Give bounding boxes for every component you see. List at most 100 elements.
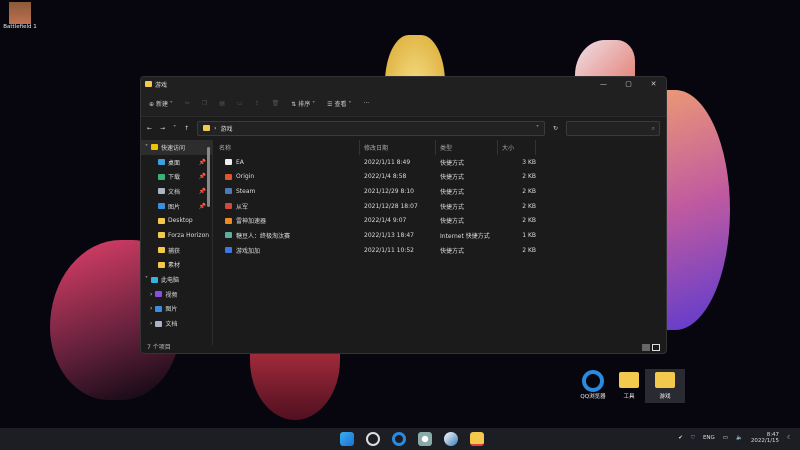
sidebar-item[interactable]: 捕获: [141, 243, 212, 258]
folder-icon: [151, 276, 158, 283]
minimize-button[interactable]: —: [591, 80, 616, 88]
folder-icon: [655, 372, 675, 388]
desktop-icon-battlefield[interactable]: Battlefield 1: [0, 2, 40, 30]
search-input[interactable]: ⌕: [566, 120, 660, 136]
chevron-right-icon[interactable]: ›: [150, 305, 152, 312]
sidebar-item[interactable]: › 文档: [141, 316, 212, 331]
up-button[interactable]: ↑: [184, 125, 189, 132]
forward-button[interactable]: →: [160, 125, 165, 132]
tiles-view-button[interactable]: [652, 344, 660, 351]
chevron-down-icon[interactable]: ˅: [145, 276, 148, 283]
sidebar-item[interactable]: 素材: [141, 258, 212, 273]
paste-icon[interactable]: ▤: [219, 100, 225, 107]
sidebar-item[interactable]: › 视频: [141, 287, 212, 302]
column-type[interactable]: 类型: [436, 140, 498, 155]
start-icon[interactable]: [340, 432, 354, 446]
star-icon: [151, 144, 158, 151]
qq-browser-icon[interactable]: [392, 432, 406, 446]
sidebar-item-label: 素材: [168, 262, 181, 270]
file-row[interactable]: 从军 2021/12/28 18:07 快捷方式 2 KB: [215, 199, 666, 214]
delete-icon[interactable]: 🗑: [272, 100, 280, 107]
back-button[interactable]: ←: [147, 125, 152, 132]
sidebar-item-label: 此电脑: [161, 277, 180, 285]
sidebar-scrollbar[interactable]: [207, 147, 210, 207]
file-type: 快捷方式: [440, 218, 465, 226]
file-row[interactable]: 游戏加加 2022/1/11 10:52 快捷方式 2 KB: [215, 243, 666, 258]
network-icon[interactable]: ▭: [723, 435, 728, 441]
clock[interactable]: 8:47 2022/1/15: [751, 432, 779, 444]
rename-icon[interactable]: ▭: [237, 100, 243, 107]
desktop-icon-tools[interactable]: 工具: [609, 372, 649, 400]
recent-button[interactable]: ˅: [173, 125, 176, 132]
sidebar-item[interactable]: Desktop: [141, 213, 212, 228]
sidebar-item[interactable]: Forza Horizon: [141, 228, 212, 243]
file-row[interactable]: 雷神加速器 2022/1/4 9:07 快捷方式 2 KB: [215, 213, 666, 228]
chevron-down-icon[interactable]: ˅: [536, 125, 539, 132]
copy-icon[interactable]: ❐: [202, 100, 207, 107]
new-button[interactable]: ⊕ 新建 ˅: [149, 99, 173, 108]
pin-icon: 📌: [198, 158, 206, 166]
title-bar: 游戏 — ▢ ✕: [141, 77, 666, 91]
file-date: 2022/1/4 8:58: [364, 173, 407, 181]
details-view-button[interactable]: [642, 344, 650, 351]
sidebar-item[interactable]: 文档 📌: [141, 184, 212, 199]
volume-icon[interactable]: 🔈: [736, 435, 743, 441]
settings-icon[interactable]: [418, 432, 432, 446]
steam-icon[interactable]: [444, 432, 458, 446]
sort-label: 排序: [298, 101, 311, 108]
sort-button[interactable]: ⇅ 排序 ˅: [291, 99, 315, 108]
view-button[interactable]: ☰ 查看 ˅: [327, 99, 351, 108]
folder-icon: [158, 232, 165, 239]
sidebar-item[interactable]: 下载 📌: [141, 169, 212, 184]
search-icon[interactable]: [366, 432, 380, 446]
chevron-right-icon[interactable]: ›: [150, 291, 152, 298]
share-icon[interactable]: ⇪: [255, 100, 260, 107]
refresh-button[interactable]: ↻: [553, 125, 558, 132]
file-size: 2 KB: [522, 187, 536, 195]
folder-icon: [155, 291, 163, 298]
file-row[interactable]: 糖豆人：终极淘汰赛 2022/1/13 18:47 Internet 快捷方式 …: [215, 228, 666, 243]
new-label: 新建: [155, 101, 168, 108]
view-label: 查看: [334, 101, 347, 108]
desktop-icon-qq-browser[interactable]: QQ浏览器: [573, 370, 613, 400]
chevron-right-icon[interactable]: ›: [150, 320, 152, 327]
pin-icon: 📌: [198, 173, 206, 181]
address-bar[interactable]: › 游戏 ˅: [197, 120, 545, 136]
sidebar-item[interactable]: 图片 📌: [141, 199, 212, 214]
notification-icon[interactable]: ☾: [787, 435, 792, 441]
column-size[interactable]: 大小: [498, 140, 536, 155]
taskbar: ✔ ⛉ ENG ▭ 🔈 8:47 2022/1/15 ☾: [0, 428, 800, 450]
battlefield-icon: [9, 2, 31, 24]
pin-icon: 📌: [198, 187, 206, 195]
shield-icon[interactable]: ⛉: [691, 435, 695, 442]
file-explorer-icon[interactable]: [470, 432, 484, 446]
more-button[interactable]: ···: [363, 100, 369, 107]
column-date[interactable]: 修改日期: [360, 140, 436, 155]
folder-icon: [619, 372, 639, 388]
system-tray: ✔ ⛉ ENG ▭ 🔈 8:47 2022/1/15 ☾: [678, 432, 792, 444]
address-row: ← → ˅ ↑ › 游戏 ˅ ↻ ⌕: [141, 117, 666, 139]
sidebar-item[interactable]: ˅ 此电脑: [141, 272, 212, 287]
column-name[interactable]: 名称: [215, 140, 360, 155]
cut-icon[interactable]: ✂: [185, 100, 190, 107]
file-row[interactable]: EA 2022/1/11 8:49 快捷方式 3 KB: [215, 155, 666, 170]
file-type: 快捷方式: [440, 203, 465, 211]
file-date: 2022/1/4 9:07: [364, 217, 407, 225]
folder-icon: [158, 247, 165, 254]
file-size: 3 KB: [522, 158, 536, 166]
chevron-down-icon[interactable]: ˅: [145, 144, 148, 151]
sidebar-item-label: 捕获: [168, 247, 181, 255]
maximize-button[interactable]: ▢: [616, 80, 641, 88]
status-bar-count: 7 个项目: [147, 344, 171, 351]
file-size: 2 KB: [522, 202, 536, 210]
desktop-icon-label: QQ浏览器: [580, 394, 606, 400]
sidebar-item[interactable]: › 图片: [141, 302, 212, 317]
steam-tray-icon[interactable]: ✔: [678, 435, 683, 441]
desktop-icon-games[interactable]: 游戏: [645, 369, 685, 403]
file-row[interactable]: Origin 2022/1/4 8:58 快捷方式 2 KB: [215, 169, 666, 184]
sidebar-item[interactable]: 桌面 📌: [141, 155, 212, 170]
sidebar-item[interactable]: ˅ 快速访问: [141, 140, 212, 155]
close-button[interactable]: ✕: [641, 80, 666, 88]
file-row[interactable]: Steam 2021/12/29 8:10 快捷方式 2 KB: [215, 184, 666, 199]
language-indicator[interactable]: ENG: [703, 435, 715, 441]
